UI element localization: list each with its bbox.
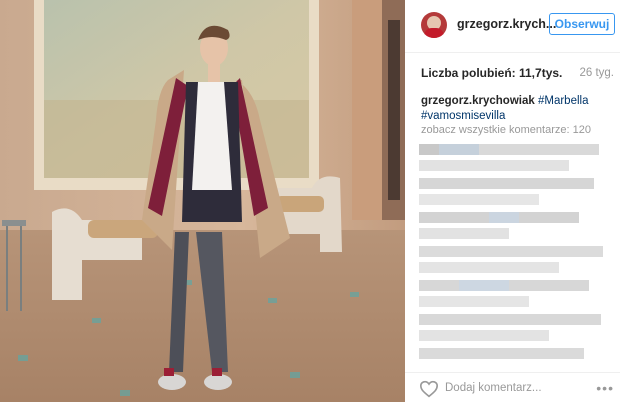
caption: grzegorz.krychowiak #Marbella #vamosmise… bbox=[421, 94, 611, 124]
add-comment-input[interactable]: Dodaj komentarz... bbox=[445, 382, 542, 394]
avatar[interactable] bbox=[421, 12, 447, 38]
heart-outline-icon[interactable] bbox=[419, 380, 439, 398]
more-options-icon[interactable]: ••• bbox=[596, 380, 614, 396]
post-photo[interactable] bbox=[0, 0, 405, 402]
avatar-body bbox=[424, 28, 444, 38]
hashtag-vamosmisevilla[interactable]: #vamosmisevilla bbox=[421, 110, 505, 122]
hashtag-marbella[interactable]: #Marbella bbox=[538, 95, 589, 107]
post-sidebar: grzegorz.krych... Obserwuj Liczba polubi… bbox=[405, 0, 620, 402]
likes-count[interactable]: Liczba polubień: 11,7tys. bbox=[421, 66, 562, 80]
view-all-comments-link[interactable]: zobacz wszystkie komentarze: 120 bbox=[421, 124, 591, 136]
post-time[interactable]: 26 tyg. bbox=[579, 67, 614, 79]
comment-bar: Dodaj komentarz... ••• bbox=[405, 372, 620, 403]
blurred-comments-graphic bbox=[419, 144, 603, 359]
caption-username[interactable]: grzegorz.krychowiak bbox=[421, 95, 535, 107]
comments-list-blurred bbox=[419, 140, 611, 372]
post-header: grzegorz.krych... Obserwuj bbox=[405, 0, 620, 53]
photo-illustration bbox=[0, 0, 405, 402]
instagram-post: grzegorz.krych... Obserwuj Liczba polubi… bbox=[0, 0, 620, 402]
username-link[interactable]: grzegorz.krych... bbox=[457, 17, 556, 31]
follow-button[interactable]: Obserwuj bbox=[549, 13, 615, 35]
